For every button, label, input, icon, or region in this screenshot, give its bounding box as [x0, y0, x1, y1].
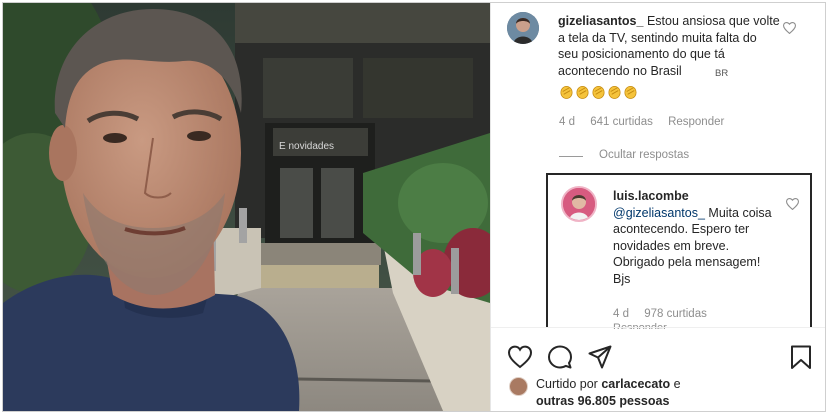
- share-icon[interactable]: [587, 344, 613, 370]
- comment-icon[interactable]: [547, 344, 573, 370]
- liked-by-prefix: Curtido por: [536, 377, 598, 391]
- liked-by-avatar[interactable]: [509, 377, 528, 396]
- save-icon[interactable]: [788, 344, 814, 370]
- clap-emoji-icon: [560, 86, 573, 99]
- comment-likes[interactable]: 641 curtidas: [590, 116, 653, 128]
- actions-divider: [491, 327, 825, 328]
- comment-body: gizeliasantos_ Estou ansiosa que volte a…: [558, 13, 780, 79]
- clap-emoji-icon: [592, 86, 605, 99]
- reply-body: luis.lacombe @gizeliasantos_ Muita coisa…: [613, 188, 781, 287]
- instagram-post: E novidades gizeliasantos_ Estou ansiosa…: [2, 2, 826, 412]
- comment-heart-icon[interactable]: [783, 22, 796, 34]
- reply-age: 4 d: [613, 308, 629, 320]
- reply-highlight-box: luis.lacombe @gizeliasantos_ Muita coisa…: [546, 173, 812, 329]
- brazil-flag-label: BR: [715, 68, 729, 79]
- reply-username[interactable]: luis.lacombe: [613, 189, 689, 203]
- reply-meta: 4 d 978 curtidas: [613, 308, 719, 320]
- reply-avatar[interactable]: [561, 186, 597, 222]
- commenter-avatar[interactable]: [507, 12, 539, 44]
- comment-age: 4 d: [559, 116, 575, 128]
- comment-username[interactable]: gizeliasantos_: [558, 14, 643, 28]
- selfie-image: E novidades: [3, 3, 490, 411]
- hide-replies-button[interactable]: Ocultar respostas: [599, 149, 689, 161]
- comment-meta: 4 d 641 curtidas Responder: [559, 116, 736, 128]
- reply-likes[interactable]: 978 curtidas: [644, 308, 707, 320]
- liked-by-user[interactable]: carlacecato: [601, 377, 670, 391]
- building-sign: E novidades: [279, 141, 334, 152]
- clap-emoji-icon: [624, 86, 637, 99]
- comments-panel: gizeliasantos_ Estou ansiosa que volte a…: [490, 3, 825, 411]
- reply-reply-button[interactable]: Responder: [613, 323, 667, 329]
- avatar-image: [563, 188, 595, 220]
- replies-divider: [559, 156, 583, 157]
- reply-mention[interactable]: @gizeliasantos_: [613, 206, 705, 220]
- emoji-row: [559, 83, 639, 99]
- comment-reply-button[interactable]: Responder: [668, 116, 724, 128]
- liked-by-others[interactable]: outras 96.805 pessoas: [536, 394, 669, 408]
- avatar-image: [507, 12, 539, 44]
- clap-emoji-icon: [576, 86, 589, 99]
- liked-by-suffix: e: [673, 377, 681, 391]
- post-photo: E novidades: [3, 3, 490, 411]
- heart-icon[interactable]: [507, 344, 533, 370]
- liked-by-text: Curtido por carlacecato e outras 96.805 …: [536, 376, 736, 410]
- reply-heart-icon[interactable]: [786, 198, 799, 210]
- clap-emoji-icon: [608, 86, 621, 99]
